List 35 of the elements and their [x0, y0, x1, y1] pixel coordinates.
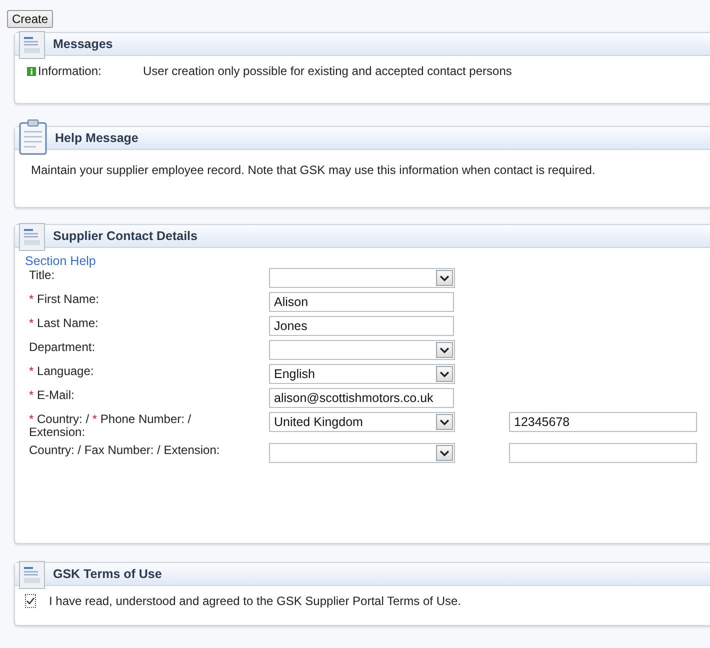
text-field[interactable] — [509, 443, 697, 463]
terms-text: I have read, understood and agreed to the GSK Supplier Portal Terms of Use. — [49, 594, 462, 608]
dropdown[interactable] — [269, 268, 455, 288]
message-text: User creation only possible for existing and accepted contact persons — [143, 64, 512, 78]
text-field[interactable]: 12345678 — [509, 412, 697, 432]
dropdown-caret-icon — [436, 270, 453, 286]
field-label: Department: — [29, 340, 96, 354]
field-label: * E-Mail: — [29, 388, 76, 402]
dropdown-caret-icon — [436, 414, 453, 430]
message-type: Information: — [38, 64, 102, 78]
text-field[interactable]: Jones — [269, 316, 454, 336]
create-button[interactable]: Create — [7, 10, 54, 28]
text-field[interactable]: Alison — [269, 292, 454, 312]
panel-title: GSK Terms of Use — [53, 567, 162, 581]
section-help-link[interactable]: Section Help — [25, 254, 96, 268]
field-label: Title: — [29, 268, 56, 282]
field-label: Country: / Fax Number: / Extension: — [29, 443, 221, 457]
field-label: * Language: — [29, 364, 95, 378]
dropdown-caret-icon — [436, 342, 453, 358]
field-label: * Country: / * Phone Number: / Extension: — [29, 412, 192, 439]
field-label: * First Name: — [29, 292, 100, 306]
dropdown[interactable]: English — [269, 364, 455, 384]
panel-title: Messages — [53, 37, 113, 51]
panel-title: Supplier Contact Details — [53, 229, 198, 243]
panel-title: Help Message — [55, 131, 138, 145]
dropdown[interactable] — [269, 443, 455, 463]
info-icon — [27, 66, 36, 76]
dropdown[interactable] — [269, 340, 455, 360]
text-field[interactable]: alison@scottishmotors.co.uk — [269, 388, 454, 408]
dropdown[interactable]: United Kingdom — [269, 412, 455, 432]
dropdown-caret-icon — [436, 366, 453, 382]
terms-checkbox[interactable] — [25, 594, 36, 608]
help-text: Maintain your supplier employee record. Note that GSK may use this information when contact is required. — [31, 163, 596, 177]
dropdown-caret-icon — [436, 445, 453, 461]
field-label: * Last Name: — [29, 316, 100, 330]
